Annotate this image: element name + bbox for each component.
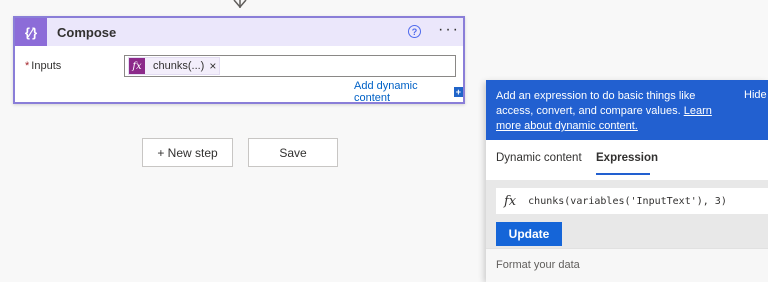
tab-dynamic-content[interactable]: Dynamic content — [496, 152, 582, 164]
add-icon[interactable]: + — [453, 87, 463, 97]
compose-title: Compose — [57, 24, 117, 40]
format-data-label: Format your data — [496, 259, 580, 271]
help-icon[interactable]: ? — [408, 25, 421, 38]
expression-panel: Add an expression to do basic things lik… — [486, 80, 768, 282]
add-dynamic-content-label: Add dynamic content — [354, 80, 418, 104]
add-dynamic-content-link[interactable]: Add dynamic content + — [354, 80, 463, 104]
compose-card[interactable]: {⁄} Compose ? ··· * Inputs fx chunks(...)… — [13, 16, 465, 104]
banner-description: Add an expression to do basic things lik… — [496, 90, 696, 117]
panel-tabs: Dynamic content Expression — [486, 140, 768, 180]
expression-editor: fx chunks(variables('InputText'), 3) Upd… — [486, 180, 768, 248]
flow-arrow-icon — [233, 0, 247, 9]
expression-token[interactable]: fx chunks(...) × — [128, 57, 220, 75]
inputs-field[interactable]: fx chunks(...) × — [124, 55, 456, 77]
expression-input[interactable]: fx chunks(variables('InputText'), 3) — [496, 188, 768, 214]
update-button[interactable]: Update — [496, 222, 562, 246]
compose-card-header[interactable]: {⁄} Compose ? ··· — [15, 18, 463, 46]
banner-text: Add an expression to do basic things lik… — [496, 89, 728, 134]
active-tab-indicator — [596, 173, 650, 175]
curly-braces-icon: {⁄} — [15, 18, 47, 46]
remove-token-icon[interactable]: × — [209, 59, 216, 73]
required-mark: * — [25, 60, 30, 72]
tab-expression[interactable]: Expression — [596, 152, 658, 164]
inputs-label-text: Inputs — [31, 60, 62, 72]
expression-value[interactable]: chunks(variables('InputText'), 3) — [528, 196, 727, 207]
hide-button[interactable]: Hide — [744, 89, 767, 101]
fx-icon: fx — [504, 193, 517, 209]
info-banner: Add an expression to do basic things lik… — [486, 80, 768, 140]
new-step-button[interactable]: + New step — [142, 138, 233, 167]
token-label: chunks(...) — [153, 60, 205, 72]
fx-icon: fx — [129, 58, 145, 74]
more-options-icon[interactable]: ··· — [438, 21, 460, 39]
format-data-section[interactable]: Format your data — [486, 248, 768, 282]
save-button[interactable]: Save — [248, 138, 338, 167]
inputs-label: * Inputs — [25, 60, 61, 72]
